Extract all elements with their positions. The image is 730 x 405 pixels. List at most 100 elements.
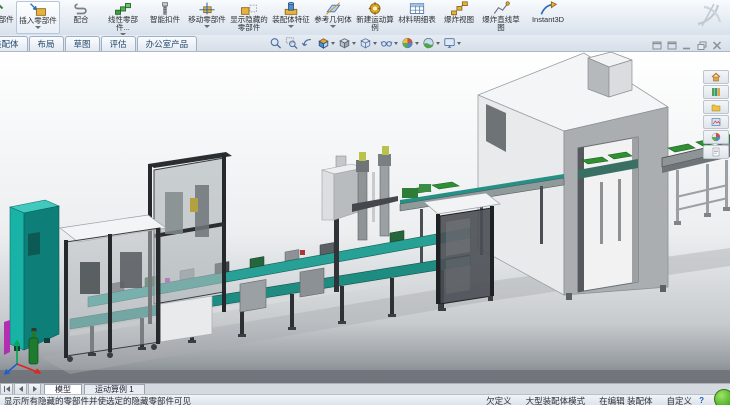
cm-label: Instant3D xyxy=(524,16,572,24)
cm-assembly-features-button[interactable]: 装配体特征 xyxy=(270,1,312,34)
dropdown-arrow-icon[interactable] xyxy=(457,42,461,45)
tab-assembly[interactable]: 装配体 xyxy=(0,36,28,51)
cm-explode-line-sketch-button[interactable]: 爆炸直线草图 xyxy=(480,1,522,34)
cm-move-component-button[interactable]: 移动零部件 xyxy=(186,1,228,34)
display-style-icon[interactable] xyxy=(358,36,378,50)
section-view-icon[interactable] xyxy=(316,36,336,50)
assembly-features-icon xyxy=(281,1,301,16)
dropdown-arrow-icon[interactable] xyxy=(331,42,335,45)
cm-label: 参考几何体 xyxy=(314,16,352,24)
dropdown-arrow-icon[interactable] xyxy=(394,42,398,45)
cm-mate-button[interactable]: 配合 xyxy=(60,1,102,34)
dropdown-arrow-icon[interactable] xyxy=(35,26,41,29)
cm-label: 智能扣件 xyxy=(146,16,184,24)
cm-label: 插入零部件 xyxy=(19,17,57,25)
exploded-view-icon xyxy=(449,1,469,16)
magenta-panel[interactable] xyxy=(4,320,10,355)
cm-show-hidden-components-button[interactable]: 显示隐藏的零部件 xyxy=(228,1,270,34)
quick-tips-bubble[interactable] xyxy=(714,389,730,405)
view-palette-icon[interactable] xyxy=(703,115,729,129)
cm-insert-component-button[interactable]: 插入零部件 xyxy=(16,1,60,34)
status-right: 欠定义 大型装配体模式 在编辑 装配体 自定义 xyxy=(486,395,692,405)
insert-component-icon xyxy=(28,2,48,17)
sensor-tip xyxy=(382,146,389,155)
status-under-defined: 欠定义 xyxy=(486,395,512,405)
show-hidden-components-icon xyxy=(239,1,259,16)
explode-line-sketch-icon xyxy=(491,1,511,16)
cm-label: 线性零部件... xyxy=(104,16,142,32)
cm-reference-geometry-button[interactable]: 参考几何体 xyxy=(312,1,354,34)
view-orientation-icon[interactable] xyxy=(337,36,357,50)
dropdown-arrow-icon[interactable] xyxy=(288,25,294,28)
ribbon-tab-strip: 装配体 布局 草图 评估 办公室产品 xyxy=(0,35,730,52)
instant3d-icon xyxy=(538,1,558,16)
cm-bill-of-materials-button[interactable]: 材料明细表 xyxy=(396,1,438,34)
help-icon[interactable]: ? xyxy=(699,396,704,405)
left-framed-station[interactable] xyxy=(60,215,166,362)
cabinet-vent xyxy=(28,232,40,256)
dassault-systemes-logo xyxy=(694,2,724,33)
graphics-area[interactable] xyxy=(0,52,730,383)
solidworks-resources-icon[interactable] xyxy=(703,70,729,84)
zoom-fit-icon[interactable] xyxy=(268,36,283,50)
design-library-icon[interactable] xyxy=(703,85,729,99)
cm-label: 爆炸直线草图 xyxy=(482,16,520,32)
cm-label: 编辑零部件 xyxy=(0,16,14,24)
white-enclosure-machine[interactable] xyxy=(478,52,668,300)
mate-icon xyxy=(71,1,91,16)
cm-smart-fasteners-button[interactable]: 智能扣件 xyxy=(144,1,186,34)
dropdown-arrow-icon[interactable] xyxy=(204,25,210,28)
appearances-scenes-icon[interactable] xyxy=(703,130,729,144)
new-motion-study-icon xyxy=(365,1,385,16)
move-component-icon xyxy=(197,1,217,16)
zoom-area-icon[interactable] xyxy=(284,36,299,50)
sensor-tip xyxy=(359,152,366,161)
reference-geometry-icon xyxy=(323,1,343,16)
file-explorer-icon[interactable] xyxy=(703,100,729,114)
cm-label: 爆炸视图 xyxy=(440,16,478,24)
linear-component-pattern-icon xyxy=(113,1,133,16)
cm-exploded-view-button[interactable]: 爆炸视图 xyxy=(438,1,480,34)
cm-label: 移动零部件 xyxy=(188,16,226,24)
cm-label: 装配体特征 xyxy=(272,16,310,24)
cm-label: 新建运动算例 xyxy=(356,16,394,32)
cm-linear-pattern-button[interactable]: 线性零部件... xyxy=(102,1,144,34)
dropdown-arrow-icon[interactable] xyxy=(330,25,336,28)
previous-view-icon[interactable] xyxy=(300,36,315,50)
cm-instant3d-button[interactable]: Instant3D xyxy=(522,1,574,34)
apply-scene-icon[interactable] xyxy=(421,36,441,50)
status-large-assembly-mode: 大型装配体模式 xyxy=(526,395,586,405)
task-pane xyxy=(703,70,729,159)
bill-of-materials-icon xyxy=(407,1,427,16)
cm-label: 配合 xyxy=(62,16,100,24)
yellow-component[interactable] xyxy=(190,198,198,212)
dropdown-arrow-icon[interactable] xyxy=(436,42,440,45)
edit-component-icon xyxy=(0,1,5,16)
status-editing-assembly: 在编辑 装配体 xyxy=(599,395,652,405)
tab-sketch[interactable]: 草图 xyxy=(65,36,100,51)
dropdown-arrow-icon[interactable] xyxy=(373,42,377,45)
custom-properties-icon[interactable] xyxy=(703,145,729,159)
smart-fasteners-icon xyxy=(155,1,175,16)
cm-label: 显示隐藏的零部件 xyxy=(230,16,268,32)
white-table[interactable] xyxy=(160,296,212,342)
dropdown-arrow-icon[interactable] xyxy=(352,42,356,45)
dropdown-arrow-icon[interactable] xyxy=(415,42,419,45)
cm-new-motion-study-button[interactable]: 新建运动算例 xyxy=(354,1,396,34)
heads-up-view-toolbar xyxy=(268,36,462,50)
command-manager: 编辑零部件 插入零部件 配合 线性零部件... 智能扣件 xyxy=(0,0,730,36)
cm-edit-component-button[interactable]: 编辑零部件 xyxy=(0,1,16,34)
view-settings-icon[interactable] xyxy=(442,36,462,50)
edit-appearance-icon[interactable] xyxy=(400,36,420,50)
tab-evaluate[interactable]: 评估 xyxy=(101,36,136,51)
tab-office-products[interactable]: 办公室产品 xyxy=(137,36,198,51)
status-bar: 显示所有隐藏的零部件并使选定的隐藏零部件可见 欠定义 大型装配体模式 在编辑 装… xyxy=(0,394,730,405)
viewport-3d-model[interactable] xyxy=(0,52,730,383)
cm-label: 材料明细表 xyxy=(398,16,436,24)
solidworks-window: 编辑零部件 插入零部件 配合 线性零部件... 智能扣件 xyxy=(0,0,730,405)
hide-show-items-icon[interactable] xyxy=(379,36,399,50)
status-message: 显示所有隐藏的零部件并使选定的隐藏零部件可见 xyxy=(4,395,191,405)
tab-layout[interactable]: 布局 xyxy=(29,36,64,51)
enclosure-roof-box[interactable] xyxy=(588,52,632,97)
status-configuration[interactable]: 自定义 xyxy=(666,395,692,405)
